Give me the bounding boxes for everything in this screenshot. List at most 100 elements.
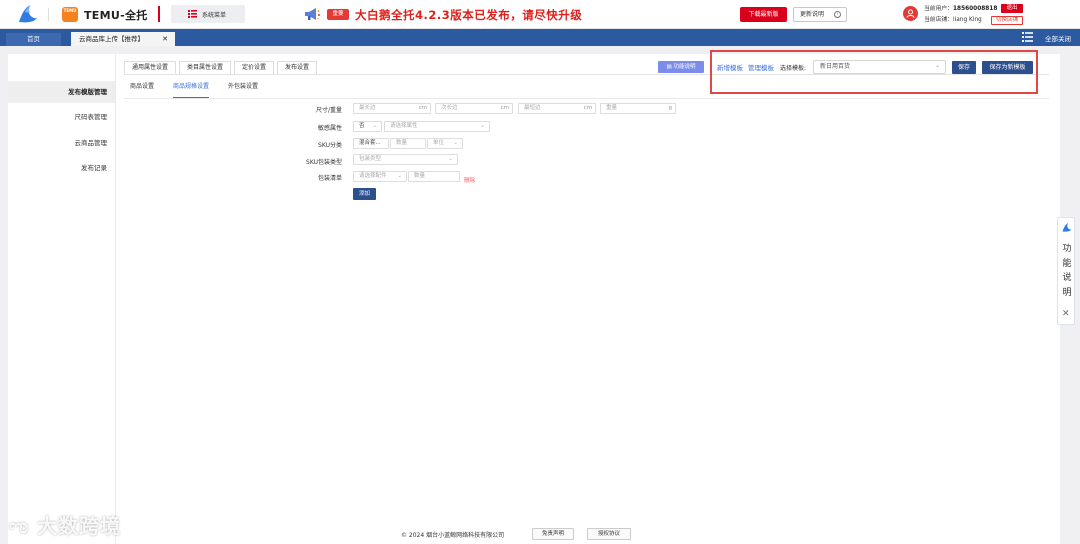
choose-template-label: 选择模板: xyxy=(780,65,807,72)
notice-badge: 重要 xyxy=(327,9,349,20)
help-char: 明 xyxy=(1062,287,1072,298)
tab-category-attrs[interactable]: 类目属性设置 xyxy=(179,61,232,74)
system-menu-button[interactable]: 系统菜单 xyxy=(171,5,245,23)
delete-link[interactable]: 删除 xyxy=(464,176,475,184)
sensitive-attr-select[interactable]: 请选择属性 ⌄ xyxy=(384,121,490,132)
user-avatar-icon[interactable] xyxy=(903,6,918,21)
hamburger-icon[interactable] xyxy=(1022,32,1033,42)
accessory-quantity-input[interactable]: 数量 xyxy=(408,171,460,182)
subtab-packaging[interactable]: 外包装设置 xyxy=(228,83,258,98)
chevron-down-icon: ⌄ xyxy=(372,123,377,129)
tab-cloud-upload[interactable]: 云商品库上传【推荐】 ✕ xyxy=(71,32,175,46)
unit-label: g xyxy=(668,105,673,111)
second-side-placeholder: 次长边 xyxy=(441,105,458,111)
download-latest-button[interactable]: 下载最新版 xyxy=(740,7,787,22)
sensitive-select-value: 否 xyxy=(359,123,365,129)
sidebar-item-cloud-products[interactable]: 云商品管理 xyxy=(8,132,115,154)
watermark-icon: ಌ xyxy=(9,514,30,538)
chevron-down-icon: ⌄ xyxy=(453,140,458,146)
sidebar-item-template-manage[interactable]: 发布模版管理 xyxy=(8,81,115,103)
help-char: 说 xyxy=(1062,273,1072,283)
new-template-link[interactable]: 新增模板 xyxy=(717,62,743,72)
help-char: 能 xyxy=(1062,258,1072,269)
accessory-select[interactable]: 请选择配件 ⌄ xyxy=(353,171,407,182)
close-icon[interactable]: ✕ xyxy=(162,32,168,46)
accessory-quantity-placeholder: 数量 xyxy=(414,173,426,179)
subtab-product[interactable]: 商品设置 xyxy=(130,83,154,98)
logout-button[interactable]: 退出 xyxy=(1001,4,1023,13)
bird-logo-icon xyxy=(1062,223,1072,232)
disclaimer-button[interactable]: 免责声明 xyxy=(532,528,574,540)
sku-unit-placeholder: 单位 xyxy=(433,140,445,146)
chevron-down-icon: ⌄ xyxy=(480,123,485,129)
app-root: TEMU TEMU-全托 系统菜单 重要 大白鹅全托4.2.3版本已发布，请尽快… xyxy=(0,0,1080,544)
user-info: 当前用户：18560008818 当前店铺：liang King xyxy=(924,4,997,26)
unit-label: cm xyxy=(583,105,592,111)
sensitive-attr-placeholder: 请选择属性 xyxy=(390,123,418,129)
megaphone-icon xyxy=(305,8,320,20)
brand-title: TEMU-全托 xyxy=(84,9,148,22)
sensitive-select[interactable]: 否 ⌄ xyxy=(353,121,382,132)
close-icon[interactable]: ✕ xyxy=(1062,309,1070,319)
subtab-spec[interactable]: 商品规格设置 xyxy=(173,83,210,98)
unit-label: cm xyxy=(500,105,509,111)
divider xyxy=(124,98,1049,99)
pack-type-select[interactable]: 包装类型 ⌄ xyxy=(353,154,458,165)
template-select-value: 新日用百货 xyxy=(820,63,851,70)
current-user-phone: 18560008818 xyxy=(953,6,998,12)
temu-logo-text: TEMU xyxy=(63,8,77,13)
settings-tabs: 通用属性设置 类目属性设置 定价设置 发布设置 xyxy=(124,61,320,74)
license-button[interactable]: 授权协议 xyxy=(587,528,631,540)
add-button[interactable]: 添加 xyxy=(353,188,376,200)
save-button[interactable]: 保存 xyxy=(952,61,976,74)
sidebar-item-publish-records[interactable]: 发布记录 xyxy=(8,157,115,179)
sku-category-select[interactable]: 混合套... xyxy=(353,138,389,149)
manage-template-link[interactable]: 管理模板 xyxy=(748,62,774,72)
chevron-down-icon: ⌄ xyxy=(448,156,453,162)
chevron-down-icon: ⌄ xyxy=(934,62,940,69)
sub-tabs: 商品设置 商品规格设置 外包装设置 xyxy=(130,83,258,98)
tab-cloud-upload-label: 云商品库上传【推荐】 xyxy=(79,35,144,43)
pack-type-placeholder: 包装类型 xyxy=(359,156,382,162)
sku-category-value: 混合套... xyxy=(359,140,381,146)
top-header: TEMU TEMU-全托 系统菜单 重要 大白鹅全托4.2.3版本已发布，请尽快… xyxy=(0,0,1080,29)
tab-pricing[interactable]: 定价设置 xyxy=(234,61,275,74)
size-weight-label: 尺寸/重量 xyxy=(315,107,342,114)
shortest-side-input[interactable]: 最短边 cm xyxy=(518,103,596,114)
weight-input[interactable]: 重量 g xyxy=(600,103,676,114)
feature-guide-button[interactable]: ▤ 功能说明 xyxy=(658,61,704,73)
nav-tab-bar: 首页 云商品库上传【推荐】 ✕ 全部关闭 xyxy=(0,29,1080,46)
floating-help-panel[interactable]: 功 能 说 明 ✕ xyxy=(1057,217,1075,325)
info-icon: i xyxy=(834,11,841,18)
temu-logo-icon: TEMU xyxy=(62,7,78,22)
second-side-input[interactable]: 次长边 cm xyxy=(435,103,513,114)
help-char: 功 xyxy=(1062,244,1072,254)
sidebar-item-size-chart[interactable]: 尺码表管理 xyxy=(8,106,115,128)
update-notes-label: 更新说明 xyxy=(800,11,825,18)
accessory-placeholder: 请选择配件 xyxy=(359,173,387,179)
tab-home[interactable]: 首页 xyxy=(6,33,61,46)
sku-quantity-input[interactable]: 数量 xyxy=(390,138,426,149)
notice-text[interactable]: 大白鹅全托4.2.3版本已发布，请尽快升级 xyxy=(355,7,582,23)
template-select[interactable]: 新日用百货 ⌄ xyxy=(813,60,946,74)
system-menu-label: 系统菜单 xyxy=(202,12,227,19)
close-all-tabs-button[interactable]: 全部关闭 xyxy=(1045,33,1071,43)
tab-publish[interactable]: 发布设置 xyxy=(277,61,318,74)
unit-label: cm xyxy=(418,105,427,111)
longest-side-input[interactable]: 最长边 cm xyxy=(353,103,431,114)
sensitive-attr-label: 敏感属性 xyxy=(317,125,342,132)
sku-quantity-placeholder: 数量 xyxy=(396,140,408,146)
watermark: ಌ 大数跨境 xyxy=(9,510,121,539)
list-menu-icon xyxy=(188,10,197,18)
divider-accent xyxy=(158,6,160,22)
current-shop-name: liang King xyxy=(953,17,982,23)
main-panel: 通用属性设置 类目属性设置 定价设置 发布设置 ▤ 功能说明 新增模板 管理模板… xyxy=(115,50,1060,544)
sku-unit-select[interactable]: 单位 ⌄ xyxy=(427,138,463,149)
switch-shop-button[interactable]: 切换店铺 xyxy=(991,16,1023,25)
sku-category-label: SKU分类 xyxy=(318,142,342,149)
update-notes-button[interactable]: 更新说明 i xyxy=(793,7,847,22)
save-as-template-button[interactable]: 保存为新模板 xyxy=(982,61,1033,74)
bird-logo-icon[interactable] xyxy=(16,4,38,24)
tab-general-attrs[interactable]: 通用属性设置 xyxy=(124,61,177,74)
longest-side-placeholder: 最长边 xyxy=(359,105,376,111)
